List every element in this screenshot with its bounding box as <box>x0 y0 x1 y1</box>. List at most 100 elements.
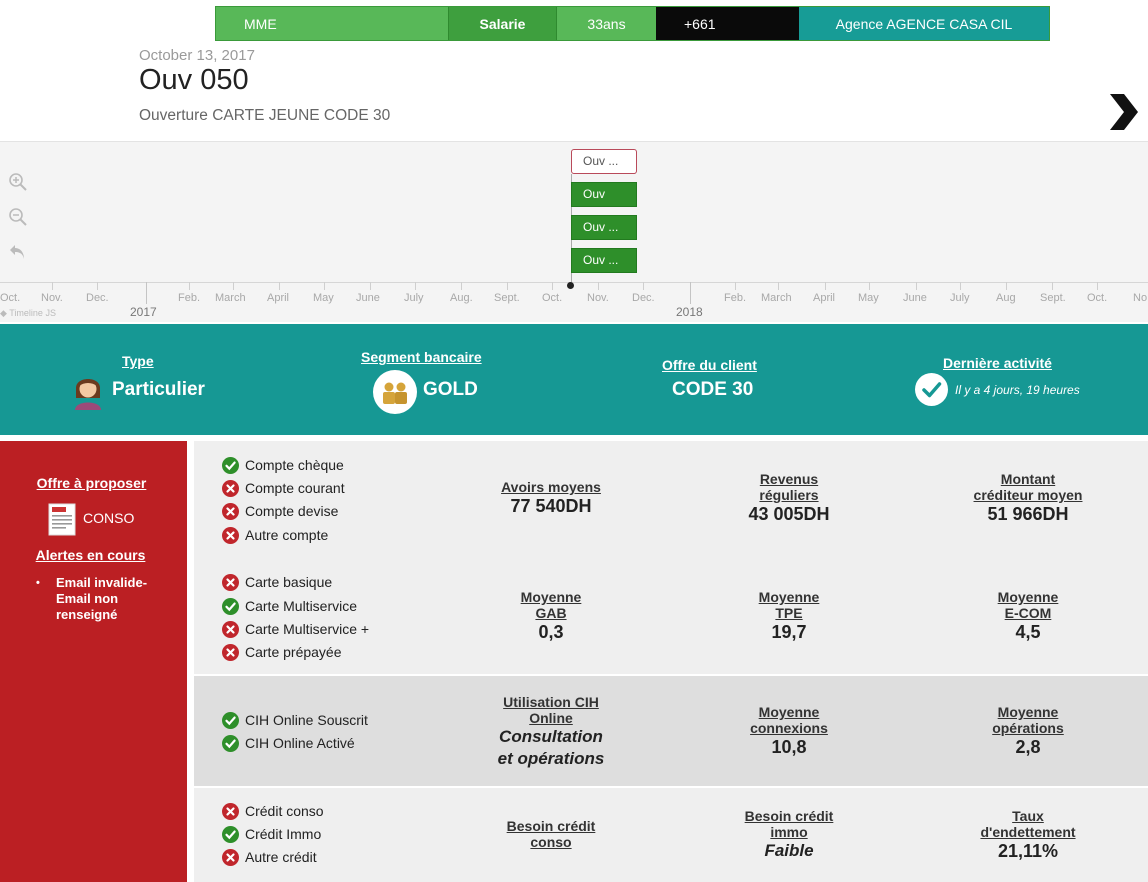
timeline-month: Nov. <box>587 292 609 304</box>
cross-circle-icon <box>222 479 239 497</box>
metric-label: Revenus <box>759 471 819 487</box>
metric-label: Montant <box>1000 471 1056 487</box>
metric-label: Utilisation CIH <box>503 694 599 710</box>
product-label: Compte chèque <box>245 457 344 473</box>
timeline-month: Aug <box>996 292 1016 304</box>
metric-label: Taux <box>1012 808 1044 824</box>
client-phone: +661 <box>656 7 799 40</box>
timeline-now-dot <box>567 282 574 289</box>
metric-besoin-credit-immo: Besoin crédit immo Faible <box>709 808 869 862</box>
product-autre-compte: Autre compte <box>222 525 328 545</box>
metric-label: TPE <box>775 605 803 621</box>
product-carte-multiservice-plus: Carte Multiservice + <box>222 619 369 639</box>
timeline-event[interactable]: Ouv <box>571 182 637 207</box>
metric-label: Besoin crédit <box>744 808 834 824</box>
product-autre-credit: Autre crédit <box>222 847 317 867</box>
metric-label: Moyenne <box>997 589 1059 605</box>
metric-revenus-reguliers: Revenus réguliers 43 005DH <box>709 471 869 525</box>
timeline-month: Oct. <box>542 292 563 304</box>
timeline-event-selected[interactable]: Ouv ... <box>571 149 637 174</box>
last-activity-label: Dernière activité <box>943 355 1052 371</box>
timeline-month: Feb. <box>724 292 747 304</box>
offer-to-propose-value: CONSO <box>83 510 135 526</box>
check-circle-icon <box>915 373 948 406</box>
event-subtitle: Ouverture CARTE JEUNE CODE 30 <box>139 107 391 124</box>
product-credit-conso: Crédit conso <box>222 801 324 821</box>
cross-circle-icon <box>222 620 239 638</box>
timeline-month: Sept. <box>494 292 520 304</box>
client-age: 33ans <box>556 7 656 40</box>
product-label: Crédit conso <box>245 803 324 819</box>
type-label: Type <box>122 353 154 369</box>
timeline-month: No <box>1133 292 1148 304</box>
timeline[interactable]: Ouv ... Ouv Ouv ... Ouv ... Oct. Nov. De… <box>0 141 1148 322</box>
offer-to-propose-link[interactable]: Offre à proposer <box>0 475 185 491</box>
metric-value: 43 005DH <box>748 504 830 524</box>
metric-label: GAB <box>535 605 567 621</box>
metric-value: Faible <box>764 841 814 860</box>
product-label: CIH Online Souscrit <box>245 712 368 728</box>
cross-circle-icon <box>222 802 239 820</box>
segment-label: Segment bancaire <box>361 349 482 365</box>
sidebar: Offre à proposer CONSO Alertes en cours … <box>0 441 187 882</box>
cross-circle-icon <box>222 643 239 661</box>
metric-avoirs-moyens: Avoirs moyens 77 540DH <box>471 479 631 517</box>
metric-label: d'endettement <box>980 824 1076 840</box>
metric-label: Moyenne <box>520 589 582 605</box>
product-label: Autre compte <box>245 527 329 543</box>
product-carte-basique: Carte basique <box>222 572 332 592</box>
metric-label: conso <box>530 834 572 850</box>
event-date: October 13, 2017 <box>139 47 255 64</box>
timeline-month: Aug. <box>450 292 473 304</box>
timeline-month: Feb. <box>178 292 201 304</box>
cross-circle-icon <box>222 848 239 866</box>
metric-value: 4,5 <box>1015 622 1041 642</box>
next-arrow-icon[interactable] <box>1106 92 1140 132</box>
last-activity-value: Il y a 4 jours, 19 heures <box>955 383 1080 397</box>
cross-circle-icon <box>222 502 239 520</box>
offer-value: CODE 30 <box>672 379 754 400</box>
timeline-month: July <box>404 292 424 304</box>
metric-value: 77 540DH <box>510 496 592 516</box>
metric-label: créditeur moyen <box>973 487 1083 503</box>
product-cih-online-souscrit: CIH Online Souscrit <box>222 710 368 730</box>
metric-utilisation-online: Utilisation CIH Online Consultation et o… <box>471 694 631 770</box>
product-label: CIH Online Activé <box>245 735 355 751</box>
zoom-out-icon[interactable] <box>8 207 28 227</box>
metric-value: 19,7 <box>771 622 807 642</box>
alert-line: Email invalide- <box>56 575 148 590</box>
timeline-month: Oct. <box>0 292 21 304</box>
timeline-month: March <box>215 292 246 304</box>
metric-label: Avoirs moyens <box>501 479 601 495</box>
back-icon[interactable] <box>8 242 28 262</box>
product-label: Carte prépayée <box>245 644 342 660</box>
metric-moyenne-connexions: Moyenne connexions 10,8 <box>709 704 869 758</box>
product-carte-multiservice: Carte Multiservice <box>222 596 357 616</box>
metric-value: 2,8 <box>1015 737 1041 757</box>
check-circle-icon <box>222 734 239 752</box>
timeline-credit-text: Timeline JS <box>9 308 56 318</box>
zoom-in-icon[interactable] <box>8 172 28 192</box>
product-cih-online-active: CIH Online Activé <box>222 733 355 753</box>
metric-label: Besoin crédit <box>506 818 596 834</box>
product-label: Carte Multiservice + <box>245 621 370 637</box>
timeline-event[interactable]: Ouv ... <box>571 215 637 240</box>
metric-label: Moyenne <box>997 704 1059 720</box>
product-label: Autre crédit <box>245 849 317 865</box>
current-alerts-link[interactable]: Alertes en cours <box>0 547 184 563</box>
product-label: Compte devise <box>245 503 339 519</box>
cross-circle-icon <box>222 573 239 591</box>
gold-segment-icon <box>373 370 417 414</box>
timeline-event[interactable]: Ouv ... <box>571 248 637 273</box>
timeline-month: April <box>267 292 290 304</box>
metric-label: opérations <box>992 720 1064 736</box>
event-title: Ouv 050 <box>139 64 249 96</box>
metric-label: immo <box>770 824 808 840</box>
product-compte-cheque: Compte chèque <box>222 455 344 475</box>
accounts-cards-section: Compte chèque Compte courant Compte devi… <box>194 441 1148 674</box>
timeline-month: Dec. <box>632 292 655 304</box>
metric-label: réguliers <box>759 487 819 503</box>
timeline-month: July <box>950 292 970 304</box>
metric-moyenne-operations: Moyenne opérations 2,8 <box>948 704 1108 758</box>
timeline-month: April <box>813 292 836 304</box>
